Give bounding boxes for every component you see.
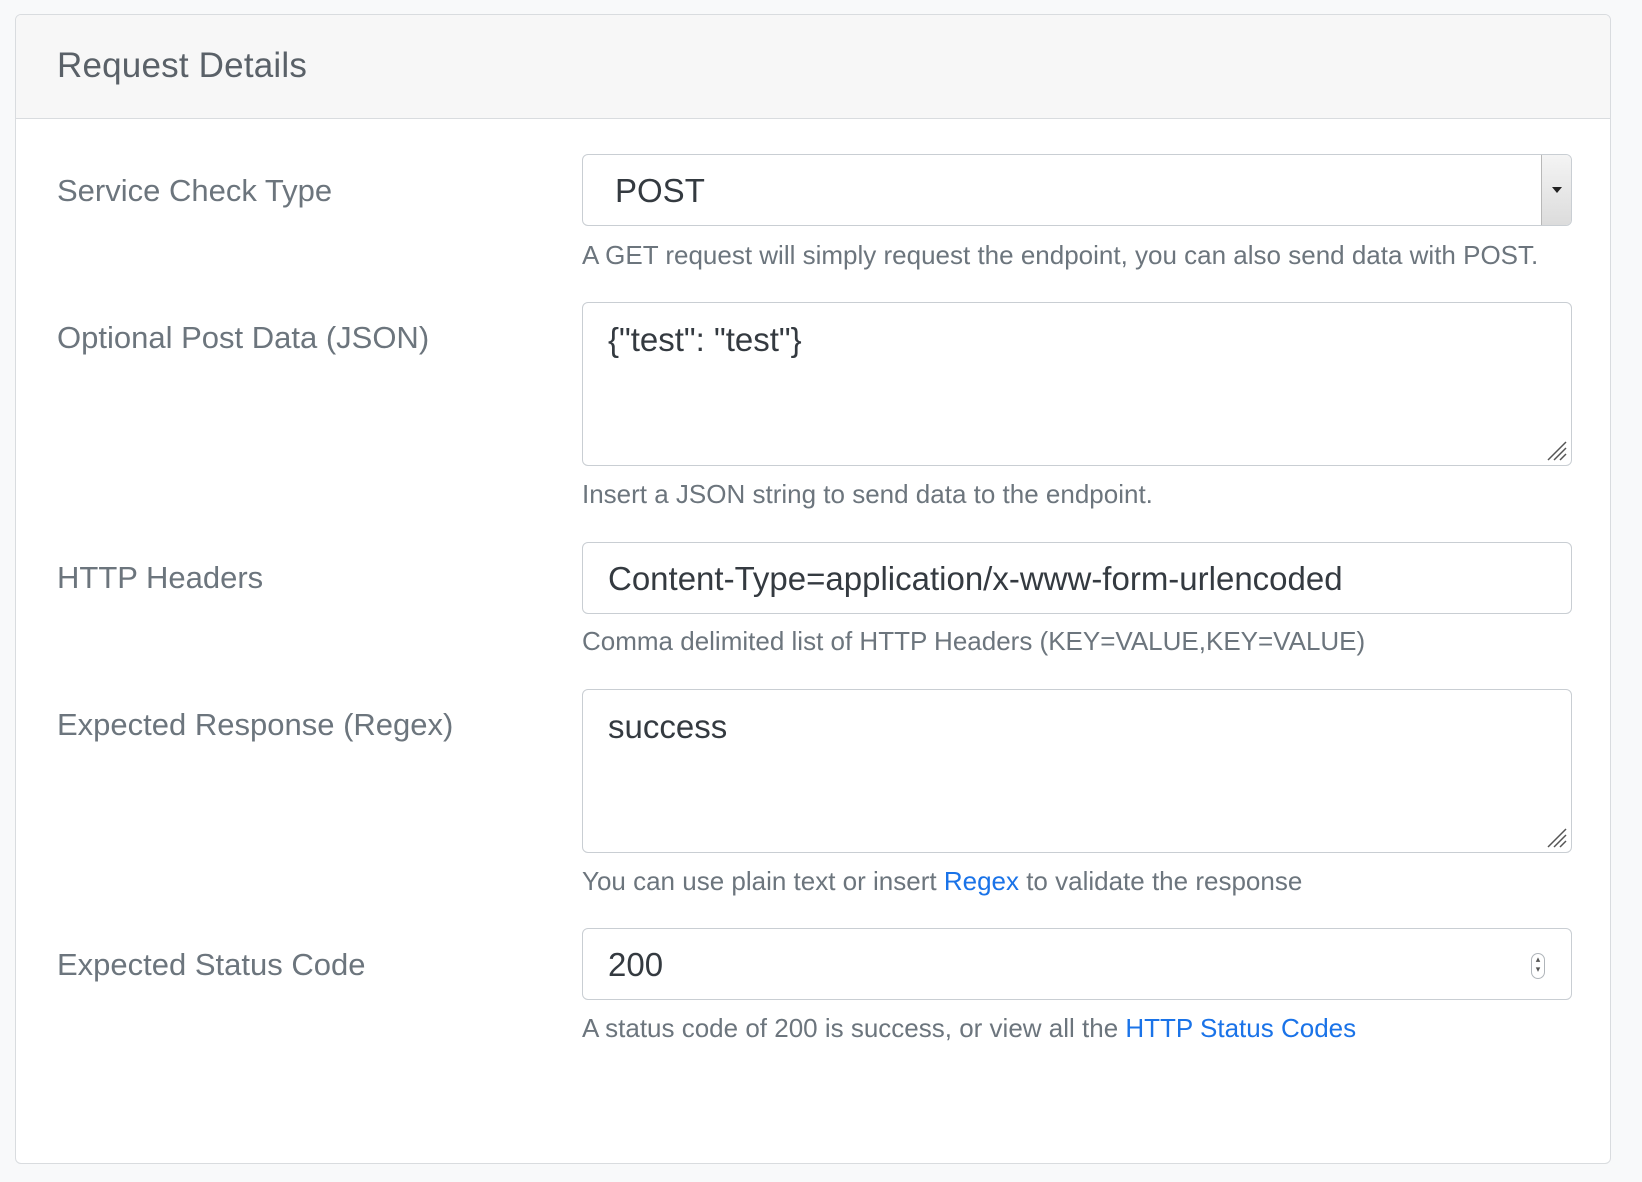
- expected-status-help-text: A status code of 200 is success, or view…: [582, 1013, 1126, 1043]
- post-data-label: Optional Post Data (JSON): [57, 320, 430, 355]
- expected-status-input[interactable]: 200 ▴ ▾: [582, 928, 1572, 1000]
- service-check-type-help: A GET request will simply request the en…: [582, 240, 1539, 270]
- expected-status-value: 200: [608, 946, 664, 983]
- chevron-down-icon[interactable]: [1541, 155, 1571, 225]
- post-data-help: Insert a JSON string to send data to the…: [582, 479, 1153, 509]
- post-data-textarea[interactable]: {"test": "test"}: [582, 302, 1572, 466]
- expected-response-textarea[interactable]: success: [582, 689, 1572, 853]
- service-check-type-value: POST: [615, 172, 705, 209]
- expected-status-label: Expected Status Code: [57, 947, 366, 982]
- expected-response-help-tail: to validate the response: [1018, 866, 1303, 896]
- post-data-value: {"test": "test"}: [608, 321, 802, 358]
- expected-response-label: Expected Response (Regex): [57, 707, 454, 742]
- regex-link[interactable]: Regex: [944, 866, 1019, 896]
- number-spinner-icon[interactable]: ▴ ▾: [1531, 953, 1545, 979]
- service-check-type-select[interactable]: POST: [582, 154, 1572, 226]
- card-header: Request Details: [16, 15, 1610, 119]
- expected-response-help: You can use plain text or insert Regex t…: [582, 866, 1302, 897]
- resize-grip-icon[interactable]: [1544, 825, 1568, 849]
- expected-status-help: A status code of 200 is success, or view…: [582, 1013, 1356, 1044]
- http-status-codes-link[interactable]: HTTP Status Codes: [1125, 1013, 1356, 1043]
- http-headers-label: HTTP Headers: [57, 560, 264, 595]
- http-headers-help: Comma delimited list of HTTP Headers (KE…: [582, 626, 1366, 656]
- card-title: Request Details: [57, 46, 308, 85]
- http-headers-value: Content-Type=application/x-www-form-urle…: [608, 560, 1343, 597]
- expected-response-value: success: [608, 708, 728, 745]
- service-check-type-label: Service Check Type: [57, 173, 333, 208]
- resize-grip-icon[interactable]: [1544, 438, 1568, 462]
- http-headers-input[interactable]: Content-Type=application/x-www-form-urle…: [582, 542, 1572, 614]
- request-details-card: Request Details Service Check Type POST …: [15, 14, 1611, 1164]
- expected-response-help-text: You can use plain text or insert: [582, 866, 944, 896]
